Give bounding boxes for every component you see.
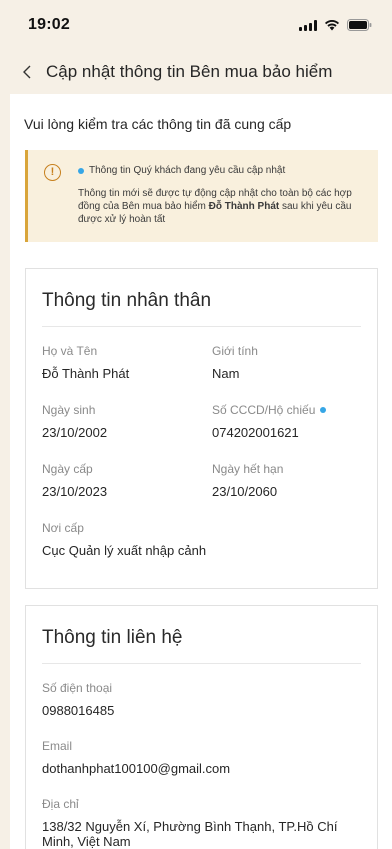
gender-value: Nam <box>212 366 240 381</box>
page-title: Cập nhật thông tin Bên mua bảo hiểm <box>46 62 333 81</box>
address-label: Địa chỉ <box>42 797 79 811</box>
issue-date-value: 23/10/2023 <box>42 484 108 499</box>
gender-field: Giới tính Nam <box>212 344 361 381</box>
address-value: 138/32 Nguyễn Xí, Phường Bình Thạnh, TP.… <box>42 819 338 849</box>
full-name-field: Họ và Tên Đỗ Thành Phát <box>42 344 212 381</box>
phone-value: 0988016485 <box>42 703 115 718</box>
warning-icon: ! <box>44 164 61 181</box>
address-field: Địa chỉ 138/32 Nguyễn Xí, Phường Bình Th… <box>42 797 361 849</box>
app-header: 19:02 Cập nhật thông tin Bên mua bảo hiể… <box>0 0 392 94</box>
notice-body: Thông tin Quý khách đang yêu cầu cập nhậ… <box>78 164 366 226</box>
issue-place-value: Cục Quản lý xuất nhập cảnh <box>42 543 207 558</box>
blue-dot-icon <box>78 167 84 174</box>
id-number-field: Số CCCD/Hộ chiếu 074202001621 <box>212 403 361 440</box>
personal-info-card: Thông tin nhân thân Họ và Tên Đỗ Thành P… <box>25 268 378 589</box>
expiry-date-value: 23/10/2060 <box>212 484 278 499</box>
updated-dot-icon <box>320 407 327 413</box>
phone-field: Số điện thoại 0988016485 <box>42 681 361 718</box>
notice-heading: Thông tin Quý khách đang yêu cầu cập nhậ… <box>78 164 366 177</box>
issue-place-label: Nơi cấp <box>42 521 84 535</box>
dob-label: Ngày sinh <box>42 403 96 417</box>
update-notice: ! Thông tin Quý khách đang yêu cầu cập n… <box>25 150 378 242</box>
personal-info-title: Thông tin nhân thân <box>42 269 361 327</box>
gender-label: Giới tính <box>212 344 258 358</box>
chevron-left-icon <box>23 65 31 79</box>
intro-text: Vui lòng kiểm tra các thông tin đã cung … <box>24 116 292 132</box>
battery-icon <box>347 19 372 31</box>
main-content[interactable]: Vui lòng kiểm tra các thông tin đã cung … <box>10 94 392 849</box>
dob-value: 23/10/2002 <box>42 425 108 440</box>
contact-info-card: Thông tin liên hệ Số điện thoại 09880164… <box>25 605 378 849</box>
back-button[interactable] <box>22 62 40 82</box>
email-label: Email <box>42 739 73 753</box>
full-name-label: Họ và Tên <box>42 344 98 358</box>
notice-heading-text: Thông tin Quý khách đang yêu cầu cập nhậ… <box>89 165 286 176</box>
expiry-date-label: Ngày hết hạn <box>212 462 284 476</box>
wifi-icon <box>324 19 340 31</box>
status-bar: 19:02 <box>0 0 392 50</box>
signal-icon <box>299 19 317 31</box>
status-time: 19:02 <box>28 16 70 33</box>
contact-info-title: Thông tin liên hệ <box>42 606 361 664</box>
personal-info-grid: Họ và Tên Đỗ Thành Phát Giới tính Nam Ng… <box>42 327 361 558</box>
issue-date-field: Ngày cấp 23/10/2023 <box>42 462 212 499</box>
issue-place-field: Nơi cấp Cục Quản lý xuất nhập cảnh <box>42 521 361 558</box>
dob-field: Ngày sinh 23/10/2002 <box>42 403 212 440</box>
id-number-label: Số CCCD/Hộ chiếu <box>212 403 316 417</box>
notice-text: Thông tin mới sẽ được tự động cập nhật c… <box>78 187 366 226</box>
email-value: dothanhphat100100@gmail.com <box>42 761 231 776</box>
full-name-value: Đỗ Thành Phát <box>42 366 130 381</box>
notice-policyholder-name: Đỗ Thành Phát <box>208 201 280 212</box>
contact-info-list: Số điện thoại 0988016485 Email dothanhph… <box>42 664 361 849</box>
status-icons <box>299 19 372 31</box>
id-number-value: 074202001621 <box>212 425 299 440</box>
expiry-date-field: Ngày hết hạn 23/10/2060 <box>212 462 361 499</box>
nav-bar: Cập nhật thông tin Bên mua bảo hiểm <box>0 50 392 94</box>
email-field: Email dothanhphat100100@gmail.com <box>42 739 361 776</box>
phone-label: Số điện thoại <box>42 681 113 695</box>
id-number-label-row: Số CCCD/Hộ chiếu <box>212 403 361 417</box>
issue-date-label: Ngày cấp <box>42 462 93 476</box>
